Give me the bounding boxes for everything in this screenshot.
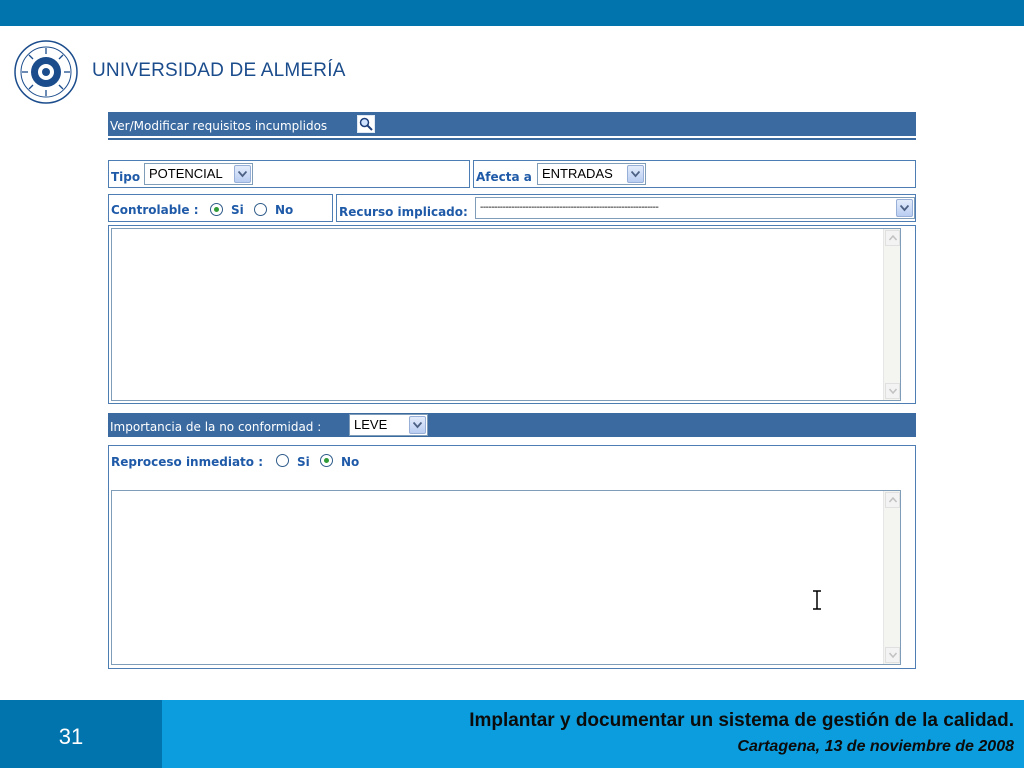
- recurso-label: Recurso implicado:: [339, 205, 468, 219]
- description-textarea[interactable]: [111, 228, 901, 401]
- description-box: [108, 225, 916, 404]
- reproceso-box: Reproceso inmediato : Si No: [108, 445, 916, 669]
- controlable-box: Controlable : Si No: [108, 194, 333, 222]
- controlable-no-label: No: [275, 203, 294, 217]
- footer-band: 31 Implantar y documentar un sistema de …: [0, 700, 1024, 768]
- reproceso-no-label: No: [341, 455, 360, 469]
- reproceso-no-radio[interactable]: [320, 454, 333, 467]
- text-cursor-icon: [813, 590, 821, 610]
- slide: UNIVERSIDAD DE ALMERÍA Ver/Modificar req…: [0, 0, 1024, 768]
- reproceso-label: Reproceso inmediato :: [111, 455, 264, 469]
- requisitos-form: Ver/Modificar requisitos incumplidos Tip…: [108, 112, 916, 670]
- chevron-down-icon: [627, 165, 644, 183]
- controlable-label: Controlable :: [111, 203, 199, 217]
- top-band: [0, 0, 1024, 26]
- form-title: Ver/Modificar requisitos incumplidos: [110, 119, 328, 133]
- controlable-no-radio[interactable]: [254, 203, 267, 216]
- reproceso-textarea[interactable]: [111, 490, 901, 665]
- importancia-bar: Importancia de la no conformidad : LEVE: [108, 413, 916, 437]
- importancia-label: Importancia de la no conformidad :: [110, 420, 322, 434]
- title-underline: [108, 138, 916, 140]
- tipo-box: Tipo POTENCIAL: [108, 160, 470, 188]
- reproceso-si-label: Si: [297, 455, 310, 469]
- scroll-up-button[interactable]: [885, 230, 900, 246]
- afecta-value: ENTRADAS: [542, 166, 613, 181]
- chevron-down-icon: [234, 165, 251, 183]
- footer-subtitle: Cartagena, 13 de noviembre de 2008: [737, 738, 1014, 755]
- chevron-down-icon: [896, 199, 913, 217]
- controlable-si-label: Si: [231, 203, 244, 217]
- afecta-select[interactable]: ENTRADAS: [537, 163, 646, 185]
- controlable-si-radio[interactable]: [210, 203, 223, 216]
- chevron-down-icon: [889, 388, 897, 394]
- tipo-value: POTENCIAL: [149, 166, 223, 181]
- search-button[interactable]: [357, 115, 375, 133]
- chevron-down-icon: [409, 416, 426, 434]
- scroll-up-button[interactable]: [885, 492, 900, 508]
- chevron-up-icon: [889, 235, 897, 241]
- reproceso-scrollbar[interactable]: [883, 491, 900, 664]
- importancia-select[interactable]: LEVE: [349, 414, 428, 436]
- importancia-value: LEVE: [354, 417, 388, 432]
- slide-number: 31: [58, 724, 84, 749]
- tipo-select[interactable]: POTENCIAL: [144, 163, 253, 185]
- reproceso-si-radio[interactable]: [276, 454, 289, 467]
- chevron-down-icon: [889, 652, 897, 658]
- recurso-box: Recurso implicado: ---------------------…: [336, 194, 916, 222]
- tipo-label: Tipo: [111, 170, 141, 184]
- afecta-box: Afecta a ENTRADAS: [473, 160, 916, 188]
- recurso-select[interactable]: ----------------------------------------…: [475, 197, 915, 219]
- description-scrollbar[interactable]: [883, 229, 900, 400]
- search-icon: [358, 116, 374, 132]
- chevron-up-icon: [889, 497, 897, 503]
- university-name: UNIVERSIDAD DE ALMERÍA: [92, 60, 346, 81]
- scroll-down-button[interactable]: [885, 383, 900, 399]
- university-seal-icon: [14, 40, 78, 104]
- form-title-bar: Ver/Modificar requisitos incumplidos: [108, 112, 916, 136]
- afecta-label: Afecta a: [476, 170, 532, 184]
- recurso-value: ----------------------------------------…: [480, 202, 659, 213]
- scroll-down-button[interactable]: [885, 647, 900, 663]
- footer-title: Implantar y documentar un sistema de ges…: [469, 710, 1014, 731]
